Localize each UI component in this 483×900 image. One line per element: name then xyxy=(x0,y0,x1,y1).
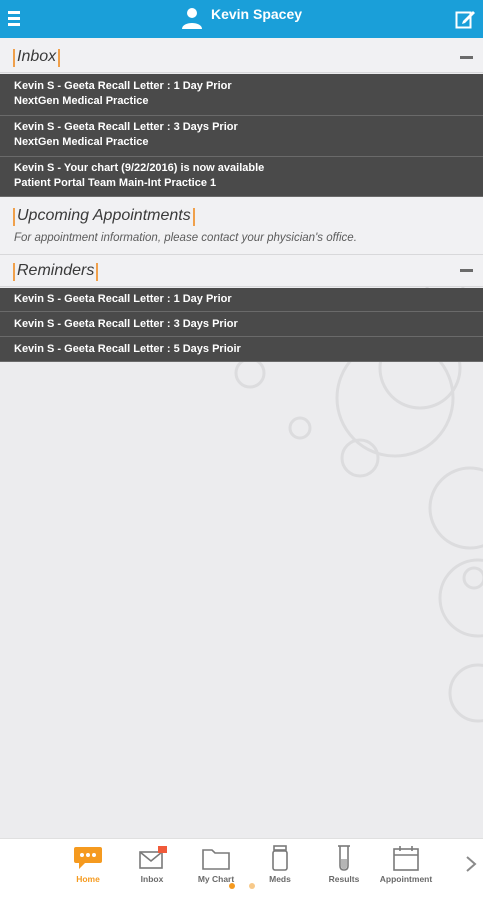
test-tube-icon xyxy=(338,845,350,871)
nav-my-chart[interactable]: My Chart xyxy=(186,845,246,884)
message-sender: Kevin S xyxy=(14,80,55,92)
nav-label: My Chart xyxy=(197,874,235,884)
reminders-section-header: Reminders xyxy=(0,255,483,287)
reminder-subject: - Geeta Recall Letter : 3 Days Prior xyxy=(54,318,238,330)
message-practice: Patient Portal Team Main-Int Practice 1 xyxy=(14,177,217,189)
user-header: Kevin Spacey xyxy=(181,6,303,29)
inbox-item[interactable]: Kevin S - Your chart (9/22/2016) is now … xyxy=(0,157,483,197)
user-icon xyxy=(181,8,202,29)
message-practice: NextGen Medical Practice xyxy=(14,136,149,148)
reminder-sender: Kevin S xyxy=(14,293,55,305)
nav-appointment[interactable]: Appointment xyxy=(376,845,436,884)
message-subject: - Geeta Recall Letter : 3 Days Prior xyxy=(54,121,238,133)
reminder-item[interactable]: Kevin S - Geeta Recall Letter : 3 Days P… xyxy=(0,312,483,337)
message-sender: Kevin S xyxy=(14,162,55,174)
reminders-title: Reminders xyxy=(13,262,99,281)
inbox-section-header: Inbox xyxy=(0,38,483,73)
hamburger-menu-icon[interactable] xyxy=(8,11,20,27)
reminder-item[interactable]: Kevin S - Geeta Recall Letter : 1 Day Pr… xyxy=(0,288,483,312)
folder-icon xyxy=(202,849,230,870)
compose-icon[interactable] xyxy=(455,9,475,29)
nav-label: Inbox xyxy=(140,874,164,884)
message-practice: NextGen Medical Practice xyxy=(14,95,149,107)
page-indicator-dot-active xyxy=(229,883,235,889)
nav-inbox[interactable]: Inbox xyxy=(122,845,182,884)
nav-label: Appointment xyxy=(379,874,433,884)
message-subject: - Geeta Recall Letter : 1 Day Prior xyxy=(54,80,232,92)
inbox-item[interactable]: Kevin S - Geeta Recall Letter : 3 Days P… xyxy=(0,116,483,157)
top-bar: Kevin Spacey xyxy=(0,0,483,38)
inbox-title: Inbox xyxy=(13,48,61,67)
reminder-sender: Kevin S xyxy=(14,343,55,355)
reminder-item[interactable]: Kevin S - Geeta Recall Letter : 5 Days P… xyxy=(0,337,483,362)
page-indicator-dot xyxy=(249,883,255,889)
bottom-nav: Home Inbox My Chart Meds Results Appoint… xyxy=(0,838,483,900)
chat-bubble-icon xyxy=(74,847,102,869)
inbox-item[interactable]: Kevin S - Geeta Recall Letter : 1 Day Pr… xyxy=(0,74,483,116)
reminder-subject: - Geeta Recall Letter : 1 Day Prior xyxy=(54,293,232,305)
nav-results[interactable]: Results xyxy=(314,845,374,884)
envelope-icon xyxy=(139,846,167,869)
reminder-sender: Kevin S xyxy=(14,318,55,330)
appointments-section-header: Upcoming Appointments xyxy=(0,197,483,255)
medicine-bottle-icon xyxy=(272,845,288,871)
nav-home[interactable]: Home xyxy=(58,845,118,884)
nav-label: Meds xyxy=(269,874,291,884)
user-name: Kevin Spacey xyxy=(210,6,303,22)
nav-label: Home xyxy=(76,874,100,884)
message-subject: - Your chart (9/22/2016) is now availabl… xyxy=(54,162,265,174)
nav-label: Results xyxy=(328,874,360,884)
appointments-note: For appointment information, please cont… xyxy=(14,232,357,244)
nav-meds[interactable]: Meds xyxy=(250,845,310,884)
inbox-collapse-button[interactable] xyxy=(460,56,473,59)
appointments-title: Upcoming Appointments xyxy=(13,207,195,226)
calendar-icon xyxy=(393,846,419,871)
chevron-right-icon[interactable] xyxy=(465,855,477,873)
reminders-collapse-button[interactable] xyxy=(460,269,473,272)
reminder-subject: - Geeta Recall Letter : 5 Days Prioir xyxy=(54,343,241,355)
message-sender: Kevin S xyxy=(14,121,55,133)
